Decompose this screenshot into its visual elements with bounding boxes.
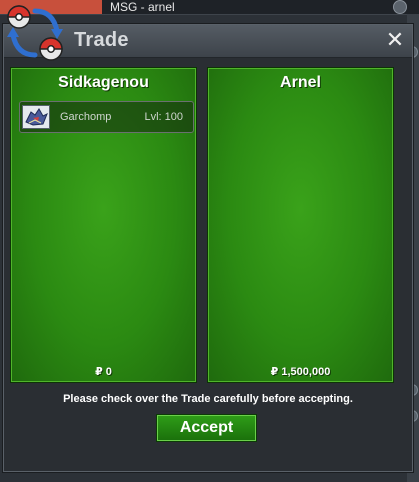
my-player-name: Sidkagenou [58, 74, 149, 91]
trade-warning-text: Please check over the Trade carefully be… [63, 393, 353, 405]
partner-player-name: Arnel [280, 74, 321, 91]
garchomp-sprite-icon [22, 105, 50, 129]
my-money-offer: ₽ 0 [95, 366, 112, 378]
trade-dialog-title: Trade [74, 29, 129, 51]
trade-item-level: Lvl: 100 [144, 111, 183, 123]
background-window-title: MSG - arnel [110, 0, 175, 14]
trade-dialog: Trade ✕ Sidkagenou Garchomp Lvl: 100 ₽ 0… [3, 5, 413, 472]
background-window-button[interactable] [393, 0, 407, 14]
trade-item-name: Garchomp [60, 111, 112, 123]
close-button[interactable]: ✕ [384, 27, 406, 53]
my-offer-panel: Sidkagenou Garchomp Lvl: 100 ₽ 0 [10, 67, 197, 383]
trade-item-slot[interactable]: Garchomp Lvl: 100 [19, 101, 194, 133]
trade-swap-icon [7, 5, 63, 61]
partner-money-offer: ₽ 1,500,000 [270, 366, 331, 378]
accept-button[interactable]: Accept [156, 414, 257, 442]
partner-offer-panel: Arnel ₽ 1,500,000 [207, 67, 394, 383]
